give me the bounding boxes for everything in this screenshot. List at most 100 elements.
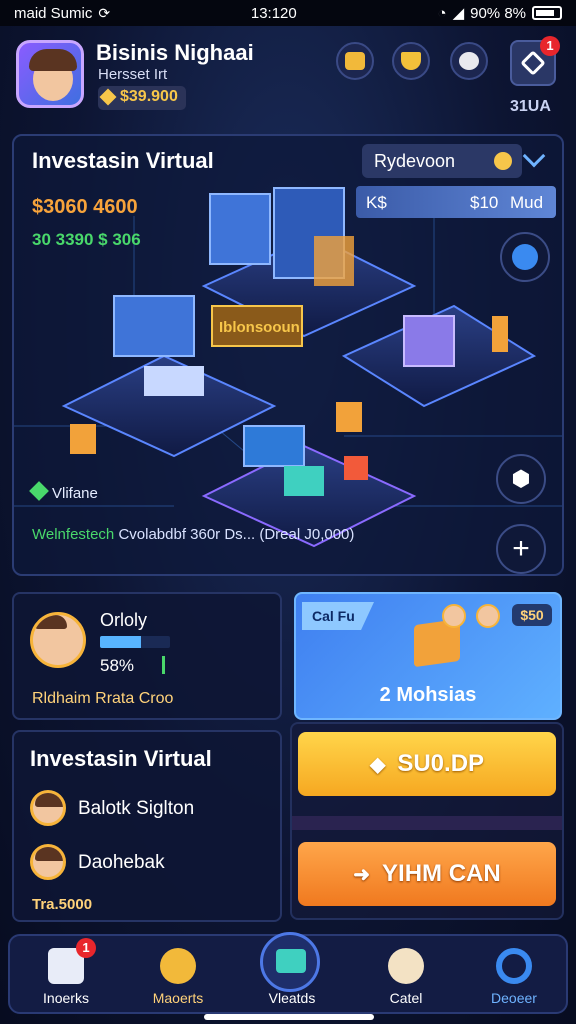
promo-tag: Cal Fu (302, 602, 374, 630)
center-nav-button (260, 932, 320, 992)
nav-item-catel[interactable]: Catel (356, 936, 456, 1014)
wifi-icon: ◔ (437, 4, 447, 22)
globe-icon (512, 244, 538, 270)
asset-label-text: Vlifane (52, 485, 98, 502)
progress-tick (162, 656, 165, 674)
nav-label: Inoerks (43, 990, 89, 1006)
ticker-right: Mud (510, 193, 544, 212)
primary-action-label: SU0.DP (397, 750, 485, 777)
nav-badge: 1 (76, 938, 96, 958)
sign-text: Iblonsooun (219, 319, 300, 336)
player-progress-card[interactable]: Orloly 58% Rldhaim Rrata Croo (12, 592, 282, 720)
list-item[interactable]: Daohebak (30, 844, 270, 884)
nav-item-maoerts[interactable]: Maoerts (128, 936, 228, 1014)
hologram-panel (243, 425, 305, 467)
secondary-stat: 30 3390 $ 306 (32, 230, 141, 249)
panel-title: Investasin Virtual (32, 148, 214, 173)
screen-panel (209, 193, 271, 265)
globe-button[interactable] (500, 232, 550, 282)
battery-icon (532, 6, 562, 20)
add-button[interactable]: + (496, 524, 546, 574)
footer-text: Cvolabdbf 360r Ds... (Dreal J0,000) (118, 526, 355, 543)
virtual-investment-panel: Iblonsooun Investasin Virtual Rydevoon $… (12, 134, 564, 576)
primary-action-button[interactable]: ◆ SU0.DP (298, 732, 556, 796)
bag-icon (388, 948, 424, 984)
divider (292, 816, 562, 830)
promo-label: 2 Mohsias (379, 684, 477, 706)
diamond-icon (520, 50, 546, 76)
progress-percent: 58% (100, 656, 135, 675)
balance-badge: $39.900 (98, 86, 186, 110)
battery-text: 90% 8% (470, 4, 526, 22)
progress-bar (100, 636, 170, 648)
profile-subtitle: Hersset Irt (98, 66, 168, 83)
ticker-mid: $10 (470, 193, 499, 212)
clock: 13:120 (250, 4, 297, 22)
nav-label: Deoeer (491, 990, 537, 1006)
handshake-icon (160, 948, 196, 984)
primary-stat: $3060 4600 (32, 196, 138, 218)
list-title: Investasin Virtual (30, 746, 212, 771)
investment-list-card: Investasin Virtual Balotk Siglton Daoheb… (12, 730, 282, 922)
status-bar: maid Sumic ⟳ 13:120 ◔ ◢ 90% 8% (0, 0, 576, 26)
coin-icon (494, 152, 512, 170)
shield-icon (401, 52, 421, 70)
radar-icon (496, 948, 532, 984)
bottom-nav: 1 Inoerks Maoerts Vleatds Catel Deoeer (8, 932, 568, 1014)
list-avatar (30, 790, 66, 826)
list-item-label: Daohebak (78, 852, 165, 873)
nav-label: Catel (389, 990, 423, 1006)
arrow-right-icon: ➜ (353, 863, 371, 886)
promo-card[interactable]: Cal Fu $50 2 Mohsias (294, 592, 562, 720)
agent-button[interactable] (450, 42, 488, 80)
player-name: Orloly (100, 610, 148, 630)
list-item[interactable]: Balotk Siglton (30, 790, 270, 830)
list-item-label: Balotk Siglton (78, 798, 195, 819)
chart-panel (314, 236, 354, 286)
nav-item-inoerks[interactable]: 1 Inoerks (16, 936, 116, 1014)
laptop-screen (113, 295, 195, 357)
promo-count: $50 (512, 604, 552, 626)
balance-value: $39.900 (120, 88, 178, 105)
list-avatar (30, 844, 66, 880)
secondary-action-button[interactable]: ➜ YIHM CAN (298, 842, 556, 906)
diamond-icon: ◆ (369, 753, 386, 776)
action-button-group: ◆ SU0.DP ➜ YIHM CAN (290, 722, 564, 920)
gold-crate (70, 424, 96, 454)
notification-badge: 1 (540, 36, 560, 56)
nav-item-deoeer[interactable]: Deoeer (464, 936, 564, 1014)
nav-label: Vleatds (268, 990, 316, 1006)
coin-stack (492, 316, 508, 352)
nav-label: Maoerts (152, 990, 204, 1006)
agent-icon (459, 52, 479, 70)
progress-caption: Rldhaim Rrata Croo (32, 690, 174, 707)
hair-icon (29, 49, 77, 71)
signal-icon: ◢ (452, 5, 465, 22)
progress-fill (100, 636, 141, 648)
chevron-down-icon[interactable] (522, 144, 546, 168)
gold-crate-small (336, 402, 362, 432)
nav-item-vleatds[interactable]: Vleatds (242, 932, 342, 1014)
plus-icon: + (512, 532, 530, 565)
market-ticker: K$ $10 Mud (356, 186, 556, 218)
teal-block (284, 466, 324, 496)
list-amount: Tra.5000 (32, 896, 93, 913)
graduation-cap-icon: ⬢ (511, 466, 531, 491)
region-dropdown[interactable]: Rydevoon (362, 144, 522, 178)
secondary-action-label: YIHM CAN (382, 860, 501, 887)
carrier-label: maid Sumic (14, 4, 93, 22)
graduation-button[interactable]: ⬢ (496, 454, 546, 504)
home-indicator[interactable] (204, 1014, 374, 1020)
vault-box (403, 315, 455, 367)
red-block (344, 456, 368, 480)
shield-button[interactable] (392, 42, 430, 80)
mini-avatar-icon (476, 604, 500, 628)
ticker-left: K$ (366, 193, 387, 212)
avatar[interactable] (16, 40, 84, 108)
player-avatar (30, 612, 86, 668)
link-icon: ⟳ (98, 4, 111, 21)
wallet-button[interactable] (336, 42, 374, 80)
gem-icon (99, 88, 117, 106)
leaf-icon (29, 481, 49, 501)
panel-footer: Welnfestech Cvolabdbf 360r Ds... (Dreal … (32, 526, 354, 543)
